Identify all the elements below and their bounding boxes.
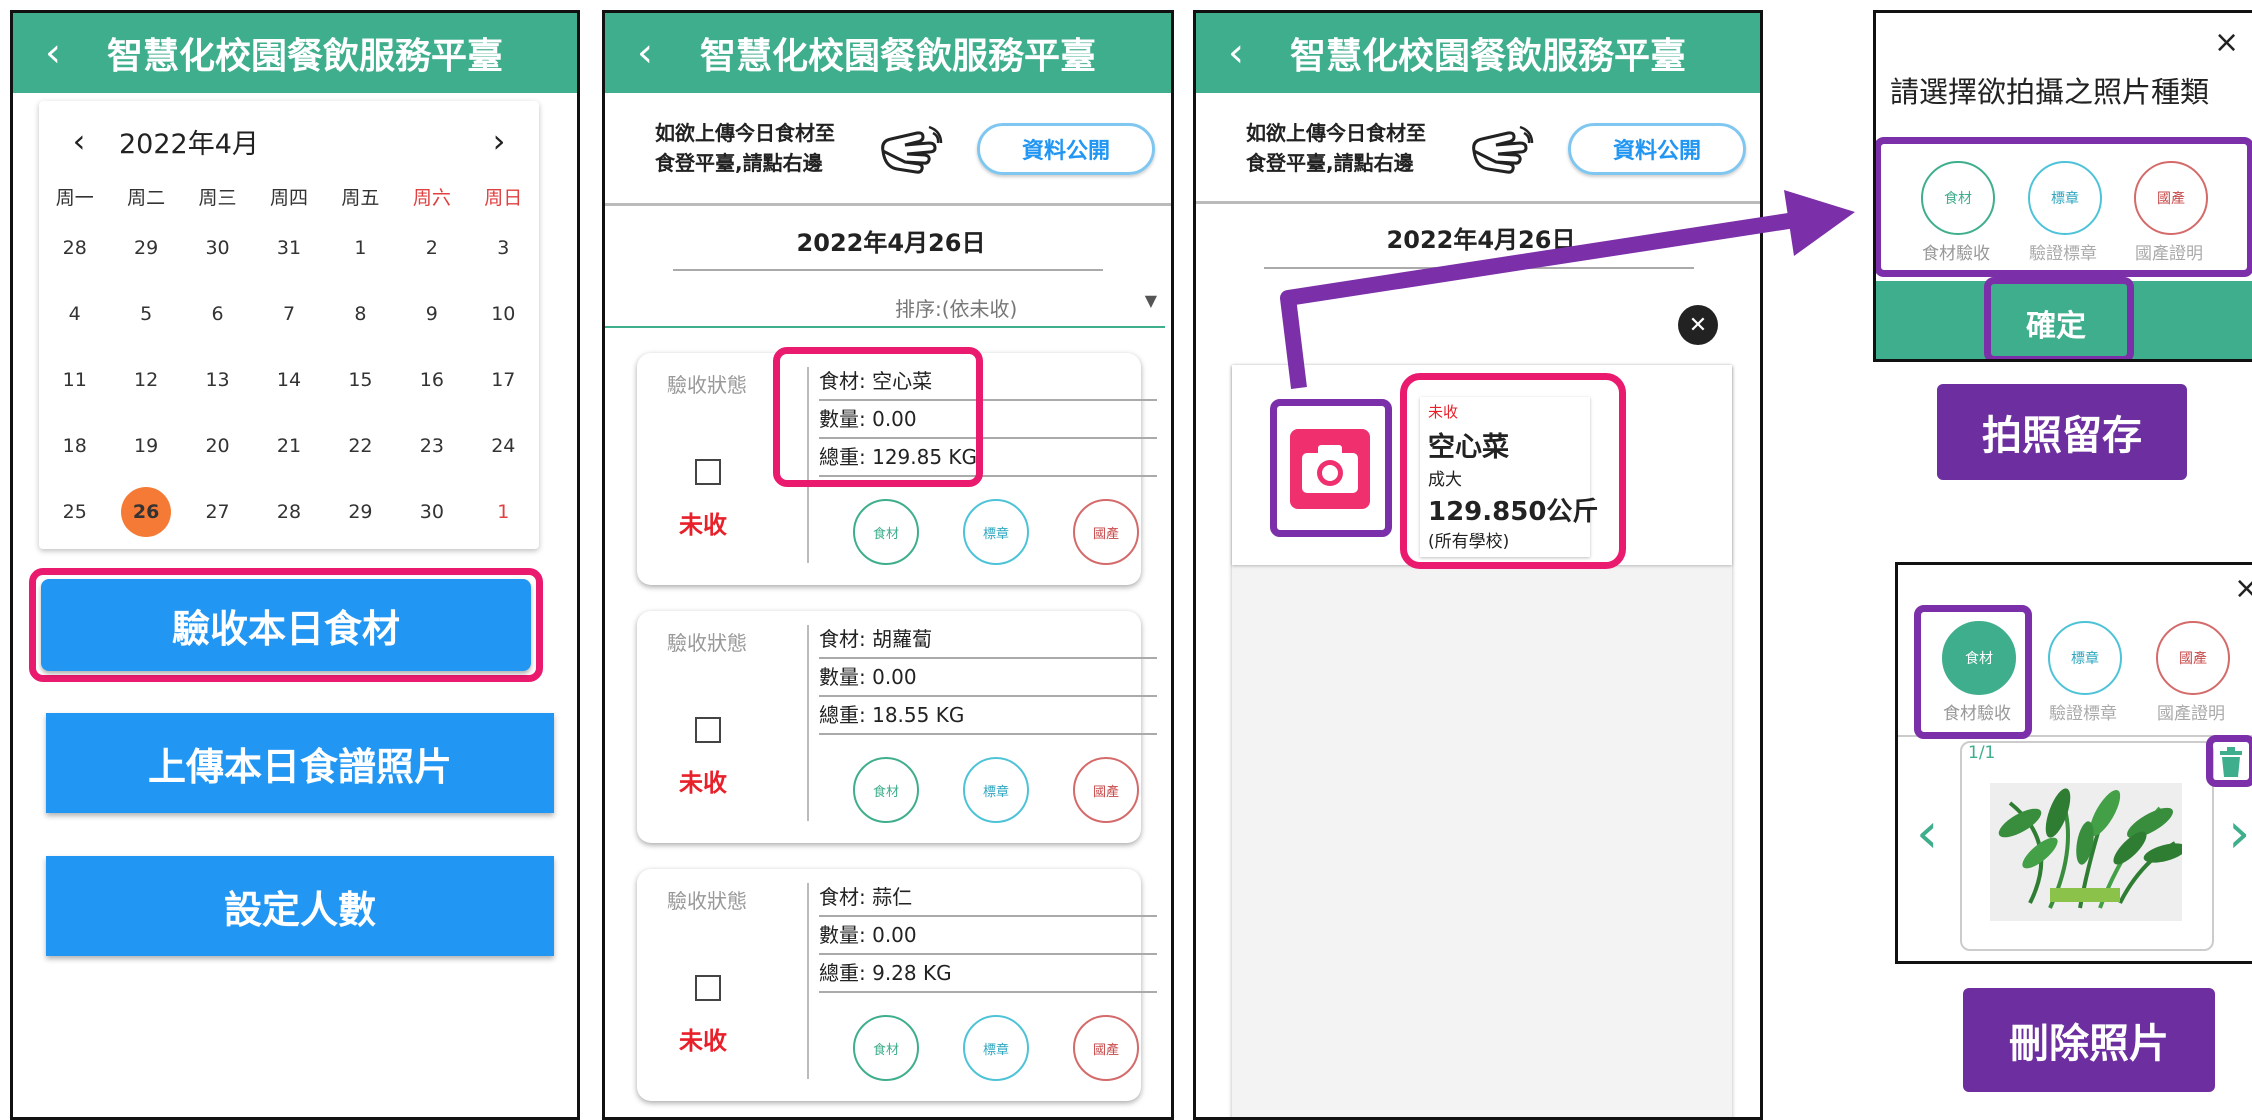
photo-type-popup: × 請選擇欲拍攝之照片種類 食材 食材驗收 標章 驗證標章 國產 國產證明 確定 <box>1873 10 2252 362</box>
highlight-photo-options <box>1876 137 2252 277</box>
origin-proof-option-icon[interactable]: 國產 <box>2156 621 2230 695</box>
close-icon[interactable]: × <box>2234 571 2252 606</box>
next-photo-icon[interactable]: › <box>2228 801 2250 866</box>
popup-title: 請選擇欲拍攝之照片種類 <box>1890 75 2210 109</box>
origin-proof-option-label: 國產證明 <box>2157 704 2225 724</box>
photo-image <box>1990 783 2187 921</box>
certification-mark-option-label: 驗證標章 <box>2049 704 2117 724</box>
photo-viewer-popup: × 食材食材驗收標章驗證標章國產國產證明 1/1 ‹ › <box>1895 562 2252 964</box>
prev-photo-icon[interactable]: ‹ <box>1916 801 1938 866</box>
label-delete-photo: 刪除照片 <box>1963 988 2215 1092</box>
close-icon[interactable]: × <box>2214 25 2239 60</box>
highlight-delete <box>2206 735 2252 787</box>
highlight-selected-type <box>1914 605 2032 739</box>
highlight-confirm <box>1984 277 2134 359</box>
water-spinach-image <box>1998 788 2187 909</box>
label-take-photo: 拍照留存 <box>1937 384 2187 480</box>
certification-mark-option-icon[interactable]: 標章 <box>2048 621 2122 695</box>
photo-counter: 1/1 <box>1968 743 1996 763</box>
